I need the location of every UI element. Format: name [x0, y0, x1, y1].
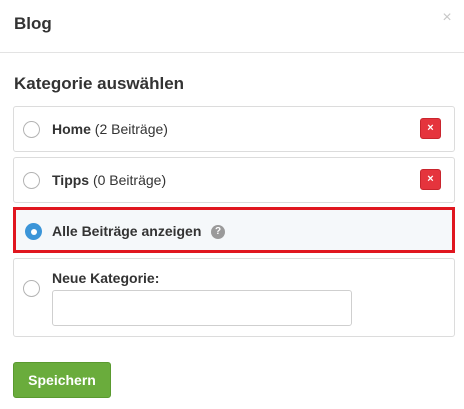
- save-button[interactable]: Speichern: [13, 362, 111, 398]
- option-label-all-posts: Alle Beiträge anzeigen: [52, 223, 201, 239]
- option-name-home: Home: [52, 121, 91, 137]
- category-option-all-posts[interactable]: Alle Beiträge anzeigen ?: [13, 207, 455, 253]
- delete-icon[interactable]: ×: [420, 118, 441, 139]
- delete-icon[interactable]: ×: [420, 169, 441, 190]
- option-name-tipps: Tipps: [52, 172, 90, 188]
- radio-tipps[interactable]: [23, 172, 40, 189]
- category-option-new[interactable]: Neue Kategorie:: [13, 258, 455, 337]
- new-category-label: Neue Kategorie:: [52, 270, 159, 286]
- category-option-home[interactable]: Home (2 Beiträge) ×: [13, 106, 455, 152]
- dialog-header: Blog ×: [0, 0, 464, 53]
- new-category-input[interactable]: [52, 290, 352, 326]
- close-icon[interactable]: ×: [438, 9, 456, 27]
- radio-home[interactable]: [23, 121, 40, 138]
- help-icon[interactable]: ?: [211, 225, 225, 239]
- option-count-tipps: (0 Beiträge): [92, 172, 167, 188]
- option-name-all-posts: Alle Beiträge anzeigen: [52, 223, 202, 239]
- section-title: Kategorie auswählen: [14, 74, 185, 93]
- option-label-tipps: Tipps (0 Beiträge): [52, 172, 166, 188]
- new-category-label-text: Neue Kategorie:: [52, 270, 160, 286]
- option-count-home: (2 Beiträge): [94, 121, 168, 137]
- dialog-title: Blog: [14, 14, 52, 33]
- option-label-home: Home (2 Beiträge): [52, 121, 168, 137]
- category-option-tipps[interactable]: Tipps (0 Beiträge) ×: [13, 157, 455, 203]
- radio-all-posts[interactable]: [25, 223, 42, 240]
- radio-new-category[interactable]: [23, 280, 40, 297]
